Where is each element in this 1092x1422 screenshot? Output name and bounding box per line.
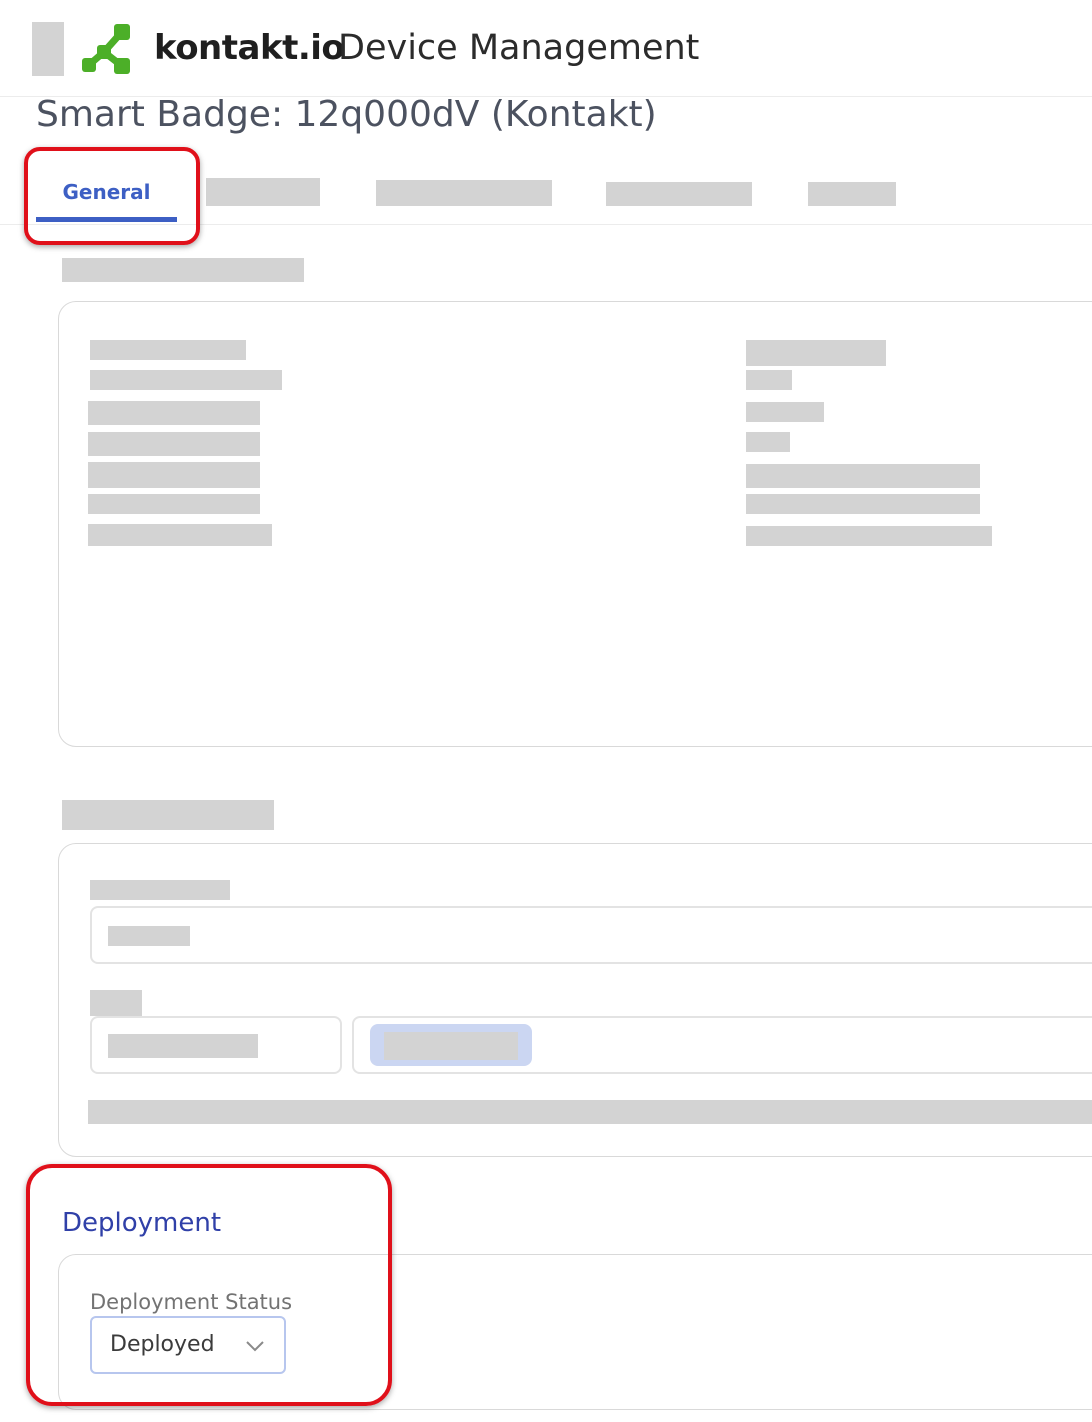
- field-value-redacted: [88, 401, 260, 425]
- field-redacted: [88, 1100, 1092, 1124]
- menu-button-redacted[interactable]: [32, 22, 64, 76]
- kontakt-logo-icon: [82, 24, 130, 74]
- tab-redacted[interactable]: [808, 182, 896, 206]
- tab-redacted[interactable]: [376, 180, 552, 206]
- field-label-redacted: [90, 340, 246, 360]
- app-header: kontakt.io Device Management: [0, 0, 1092, 97]
- field-value-redacted: [746, 432, 790, 452]
- field-label-redacted: [90, 990, 142, 1016]
- annotation-highlight-deployment: [26, 1164, 392, 1406]
- field-value-redacted: [746, 402, 824, 422]
- tab-redacted[interactable]: [606, 182, 752, 206]
- text-input-redacted[interactable]: [90, 906, 1092, 964]
- input-value-redacted: [108, 926, 190, 946]
- annotation-highlight-tab: [24, 147, 200, 245]
- field-label-redacted: [90, 880, 230, 900]
- field-value-redacted: [746, 526, 992, 546]
- field-value-redacted: [88, 462, 260, 488]
- section-title-redacted: [62, 258, 304, 282]
- tab-redacted[interactable]: [206, 178, 320, 206]
- app-title: Device Management: [338, 28, 700, 68]
- input-value-redacted: [108, 1034, 258, 1058]
- field-value-redacted: [90, 370, 282, 390]
- field-value-redacted: [746, 494, 980, 514]
- field-value-redacted: [746, 370, 792, 390]
- page-title: Smart Badge: 12q000dV (Kontakt): [36, 94, 657, 135]
- field-value-redacted: [88, 524, 272, 546]
- field-value-redacted: [746, 464, 980, 488]
- chip-label-redacted: [384, 1032, 518, 1060]
- field-value-redacted: [88, 494, 260, 514]
- section-title-redacted: [62, 800, 274, 830]
- field-value-redacted: [88, 432, 260, 456]
- brand-name: kontakt.io: [154, 28, 345, 68]
- field-label-redacted: [746, 340, 886, 366]
